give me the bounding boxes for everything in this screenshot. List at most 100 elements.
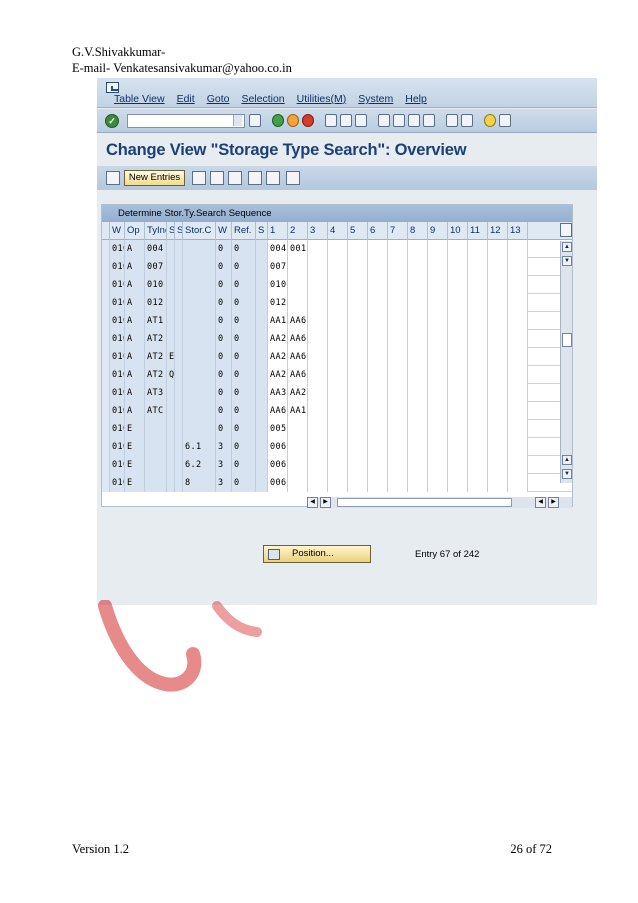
table-cell[interactable]: 3	[216, 438, 232, 456]
table-cell[interactable]	[368, 240, 388, 258]
select-all-icon[interactable]	[248, 171, 262, 185]
table-cell[interactable]	[175, 402, 183, 420]
table-cell[interactable]: AT2	[145, 366, 167, 384]
table-cell[interactable]	[368, 312, 388, 330]
row-selector[interactable]	[102, 474, 110, 492]
table-cell[interactable]	[408, 258, 428, 276]
table-cell[interactable]: 001	[288, 240, 308, 258]
table-cell[interactable]	[175, 276, 183, 294]
menu-item[interactable]: Utilities(M)	[297, 93, 347, 105]
previous-page-icon[interactable]	[393, 114, 405, 127]
table-cell[interactable]: AA1	[288, 402, 308, 420]
table-cell[interactable]	[488, 438, 508, 456]
menu-item[interactable]: Edit	[177, 93, 195, 105]
column-header[interactable]: S	[175, 222, 183, 240]
table-cell[interactable]	[256, 294, 268, 312]
table-cell[interactable]	[448, 276, 468, 294]
table-cell[interactable]	[468, 312, 488, 330]
table-cell[interactable]: 010	[110, 330, 125, 348]
table-cell[interactable]	[508, 384, 528, 402]
table-cell[interactable]	[145, 420, 167, 438]
row-selector[interactable]	[102, 348, 110, 366]
table-cell[interactable]	[175, 330, 183, 348]
table-cell[interactable]: 010	[268, 276, 288, 294]
vertical-scrollbar[interactable]: ▲ ▼ ▲ ▼	[560, 241, 572, 483]
table-cell[interactable]: 012	[268, 294, 288, 312]
menu-window-icon[interactable]	[106, 82, 119, 93]
column-header[interactable]: 10	[448, 222, 468, 240]
table-cell[interactable]	[167, 330, 175, 348]
table-cell[interactable]: A	[125, 384, 145, 402]
table-cell[interactable]: 010	[110, 438, 125, 456]
table-cell[interactable]	[183, 402, 216, 420]
column-header[interactable]: S	[256, 222, 268, 240]
column-header[interactable]: 1	[268, 222, 288, 240]
table-cell[interactable]	[368, 438, 388, 456]
row-selector[interactable]	[102, 456, 110, 474]
column-header[interactable]: W	[216, 222, 232, 240]
scroll-left-icon[interactable]: ◀	[307, 497, 318, 508]
table-cell[interactable]: 0	[216, 294, 232, 312]
table-cell[interactable]	[388, 258, 408, 276]
row-selector[interactable]	[102, 402, 110, 420]
table-cell[interactable]: 010	[110, 312, 125, 330]
table-cell[interactable]	[368, 276, 388, 294]
table-cell[interactable]	[256, 348, 268, 366]
table-cell[interactable]: 007	[145, 258, 167, 276]
table-cell[interactable]	[256, 258, 268, 276]
table-cell[interactable]: AT1	[145, 312, 167, 330]
table-cell[interactable]	[167, 276, 175, 294]
table-cell[interactable]	[348, 384, 368, 402]
table-cell[interactable]	[408, 240, 428, 258]
table-cell[interactable]	[175, 474, 183, 492]
table-cell[interactable]	[308, 438, 328, 456]
table-cell[interactable]: A	[125, 366, 145, 384]
table-cell[interactable]	[388, 240, 408, 258]
table-cell[interactable]	[428, 240, 448, 258]
find-next-icon[interactable]	[355, 114, 367, 127]
table-cell[interactable]: AA6	[288, 330, 308, 348]
table-cell[interactable]	[328, 330, 348, 348]
table-cell[interactable]	[288, 456, 308, 474]
menu-item[interactable]: Help	[405, 93, 427, 105]
table-cell[interactable]: 0	[216, 240, 232, 258]
table-cell[interactable]	[428, 474, 448, 492]
table-cell[interactable]	[508, 474, 528, 492]
table-cell[interactable]	[508, 258, 528, 276]
table-cell[interactable]	[408, 474, 428, 492]
column-header[interactable]: Stor.C	[183, 222, 216, 240]
table-cell[interactable]	[145, 474, 167, 492]
column-header[interactable]: 4	[328, 222, 348, 240]
table-cell[interactable]	[308, 402, 328, 420]
table-cell[interactable]	[468, 402, 488, 420]
table-cell[interactable]	[428, 294, 448, 312]
table-cell[interactable]: AT3	[145, 384, 167, 402]
table-cell[interactable]	[508, 456, 528, 474]
table-cell[interactable]	[408, 456, 428, 474]
table-cell[interactable]	[488, 474, 508, 492]
table-cell[interactable]: 6.1	[183, 438, 216, 456]
cancel-icon[interactable]	[302, 114, 314, 127]
table-cell[interactable]	[508, 312, 528, 330]
table-cell[interactable]	[183, 294, 216, 312]
table-cell[interactable]: 010	[110, 294, 125, 312]
table-cell[interactable]	[328, 438, 348, 456]
command-field[interactable]	[127, 114, 245, 128]
table-cell[interactable]	[348, 330, 368, 348]
select-block-icon[interactable]	[266, 171, 280, 185]
undo-change-icon[interactable]	[228, 171, 242, 185]
table-cell[interactable]: 0	[216, 420, 232, 438]
table-cell[interactable]: 0	[216, 366, 232, 384]
table-cell[interactable]	[348, 258, 368, 276]
table-cell[interactable]: E	[125, 438, 145, 456]
table-cell[interactable]	[448, 420, 468, 438]
row-selector[interactable]	[102, 366, 110, 384]
table-cell[interactable]	[448, 258, 468, 276]
table-cell[interactable]	[348, 420, 368, 438]
table-cell[interactable]	[167, 294, 175, 312]
table-cell[interactable]: AA6	[288, 366, 308, 384]
table-cell[interactable]	[428, 420, 448, 438]
table-cell[interactable]	[256, 366, 268, 384]
table-cell[interactable]	[428, 312, 448, 330]
table-cell[interactable]: AT2	[145, 348, 167, 366]
